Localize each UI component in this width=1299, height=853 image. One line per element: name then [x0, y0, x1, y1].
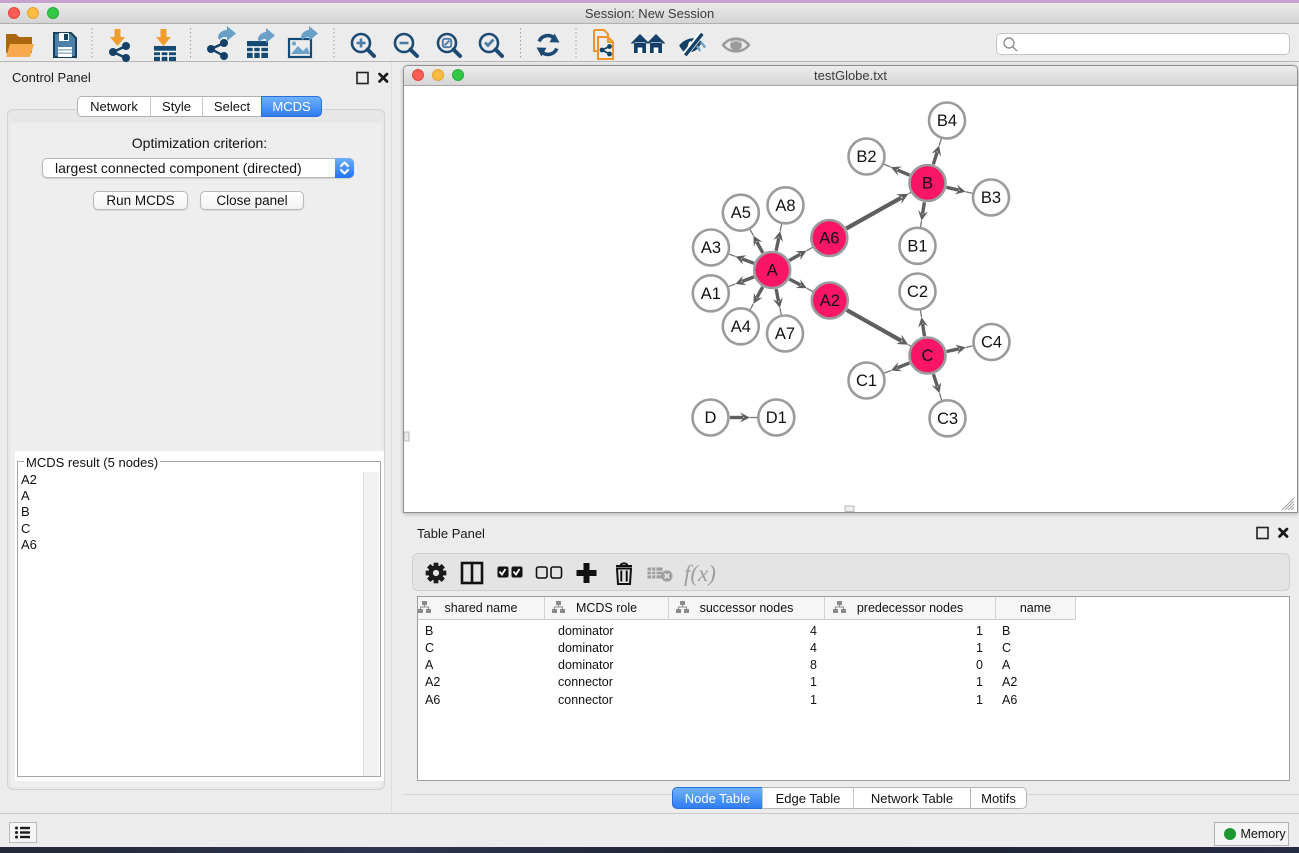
svg-text:A2: A2: [820, 292, 840, 310]
svg-text:C2: C2: [907, 283, 928, 301]
svg-text:C3: C3: [937, 410, 958, 428]
svg-text:A6: A6: [819, 230, 839, 248]
svg-text:C4: C4: [981, 334, 1002, 352]
svg-text:A1: A1: [701, 285, 721, 303]
svg-text:A4: A4: [731, 318, 751, 336]
svg-text:f(x): f(x): [684, 561, 716, 586]
svg-text:D1: D1: [766, 409, 787, 427]
svg-text:B3: B3: [981, 189, 1001, 207]
svg-text:A3: A3: [701, 239, 721, 257]
svg-text:B1: B1: [907, 237, 927, 255]
svg-text:C: C: [922, 347, 934, 365]
svg-text:A8: A8: [775, 197, 795, 215]
svg-text:C1: C1: [856, 372, 877, 390]
svg-text:A: A: [767, 262, 778, 280]
svg-text:A7: A7: [775, 325, 795, 343]
svg-text:B4: B4: [937, 112, 957, 130]
svg-text:B2: B2: [856, 148, 876, 166]
svg-text:D: D: [705, 409, 717, 427]
svg-text:B: B: [922, 175, 933, 193]
svg-text:A5: A5: [731, 204, 751, 222]
